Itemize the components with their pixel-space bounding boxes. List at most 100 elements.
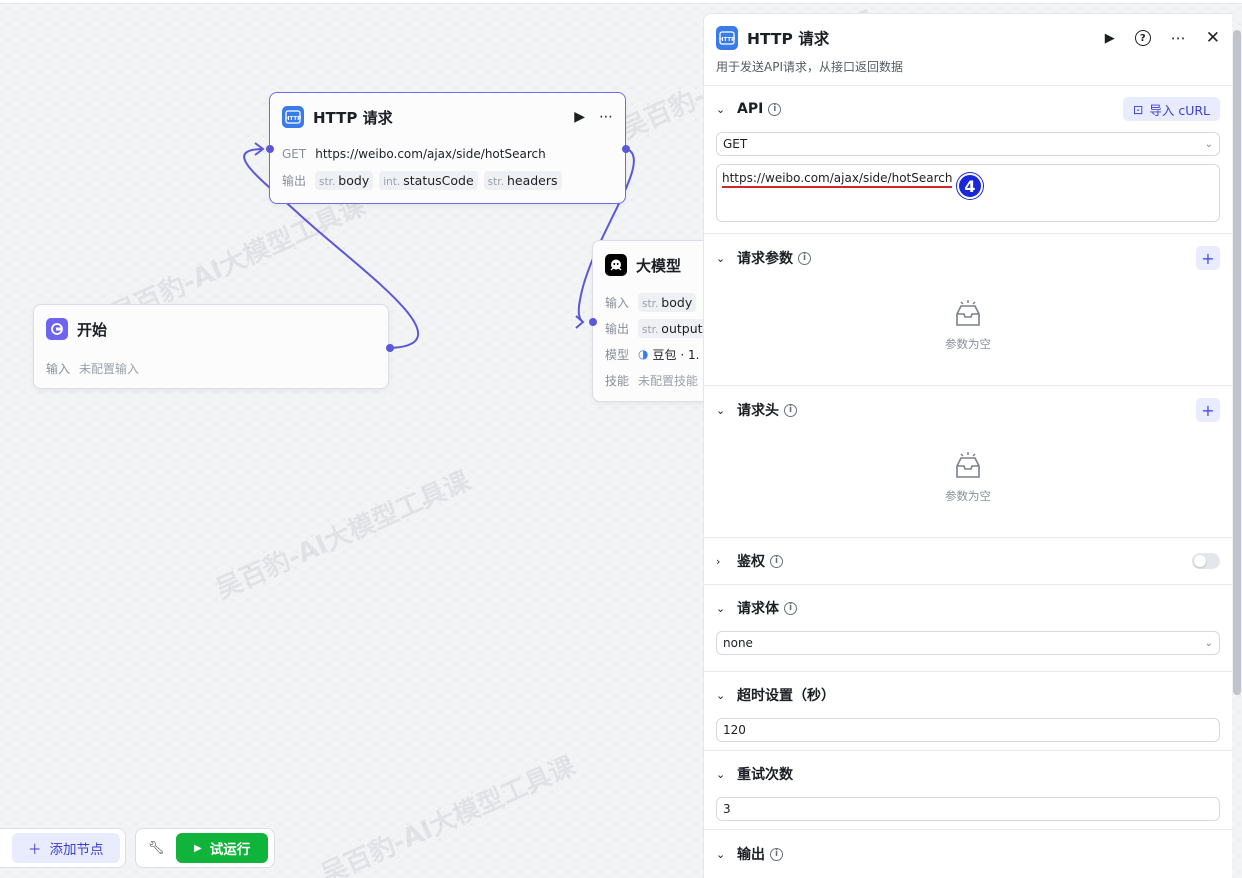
method-url-row: GET https://weibo.com/ajax/side/hotSearc…: [270, 141, 625, 167]
start-icon: [46, 318, 68, 340]
empty-state: 参数为空: [716, 434, 1220, 538]
input-label: 输入: [605, 295, 630, 310]
output-tag-body: str. body: [315, 170, 374, 190]
chevron-down-icon: ⌄: [1204, 637, 1213, 649]
node-title: HTTP 请求: [313, 108, 393, 127]
retry-section: ⌄ 重试次数 3: [704, 751, 1232, 830]
add-header-button[interactable]: +: [1196, 398, 1220, 422]
chevron-right-icon[interactable]: ›: [716, 555, 734, 568]
section-title: 请求体: [737, 601, 779, 617]
import-icon: ⊡: [1132, 101, 1144, 117]
svg-text:HTTP: HTTP: [285, 116, 301, 122]
info-icon[interactable]: i: [798, 251, 811, 265]
llm-input-port[interactable]: [589, 318, 597, 326]
http-output-port[interactable]: [622, 145, 630, 153]
output-tag: str. output: [638, 318, 707, 338]
input-tag: str. body: [638, 292, 697, 312]
empty-box-icon: [956, 300, 980, 326]
empty-text: 参数为空: [945, 489, 991, 503]
more-icon[interactable]: ⋯: [1171, 29, 1186, 47]
info-icon[interactable]: i: [768, 102, 782, 116]
play-icon[interactable]: ▶: [1105, 31, 1115, 46]
body-type-value: none: [723, 636, 753, 650]
test-run-button[interactable]: ▶ 试运行: [176, 833, 269, 863]
section-title: 重试次数: [737, 767, 793, 783]
panel-title: HTTP 请求: [747, 30, 830, 48]
auth-section: › 鉴权 i: [704, 538, 1232, 585]
params-section: ⌄ 请求参数 i + 参数为空: [704, 234, 1232, 386]
panel-scrollbar[interactable]: [1233, 30, 1241, 695]
api-section: ⌄ API i ⊡ 导入 cURL GET ⌄ https://weibo.co…: [704, 86, 1232, 234]
llm-icon: [605, 254, 627, 276]
auth-toggle[interactable]: [1192, 553, 1220, 569]
edge-llm-arrow: [575, 315, 585, 329]
body-type-select[interactable]: none ⌄: [716, 631, 1220, 655]
empty-text: 参数为空: [945, 337, 991, 351]
section-title: 鉴权: [737, 554, 765, 570]
chevron-down-icon[interactable]: ⌄: [716, 252, 734, 265]
info-icon[interactable]: i: [770, 554, 783, 568]
add-param-button[interactable]: +: [1196, 246, 1220, 270]
output-label: 输出: [282, 173, 307, 188]
skill-value: 未配置技能: [638, 373, 699, 388]
chevron-down-icon[interactable]: ⌄: [716, 404, 734, 417]
url-value: https://weibo.com/ajax/side/hotSearch: [722, 171, 953, 188]
empty-box-icon: [956, 452, 980, 478]
timeout-value: 120: [723, 723, 746, 737]
help-icon[interactable]: ?: [1134, 30, 1151, 46]
panel-description: 用于发送API请求，从接口返回数据: [716, 60, 903, 74]
http-input-port[interactable]: [266, 145, 274, 153]
model-logo-icon: ◑: [638, 347, 649, 361]
start-node[interactable]: 开始 输入 未配置输入: [33, 304, 389, 389]
play-icon[interactable]: ▶: [574, 109, 585, 125]
chevron-down-icon[interactable]: ⌄: [716, 848, 734, 861]
input-value: 未配置输入: [79, 361, 140, 376]
output-label: 输出: [605, 321, 630, 336]
add-node-label: 添加节点: [49, 842, 104, 858]
model-label: 模型: [605, 347, 630, 362]
section-title: 请求头: [737, 403, 779, 419]
url-input[interactable]: https://weibo.com/ajax/side/hotSearch 4: [716, 164, 1220, 222]
add-node-button[interactable]: ＋ 添加节点: [12, 833, 120, 863]
node-title: 开始: [77, 320, 108, 339]
retry-input[interactable]: 3: [716, 797, 1220, 821]
test-run-label: 试运行: [209, 842, 251, 858]
method-label: GET: [282, 147, 307, 161]
svg-text:HTTP: HTTP: [719, 37, 735, 43]
panel-header: HTTP HTTP 请求 ▶ ? ⋯ ✕ 用于发送API请求，从接口返回数据: [704, 14, 1232, 86]
start-output-port[interactable]: [386, 344, 394, 352]
wrench-icon: 🔧︎: [147, 840, 165, 856]
start-input-row: 输入 未配置输入: [34, 355, 388, 381]
section-title: API: [737, 101, 764, 117]
play-icon: ▶: [194, 842, 202, 854]
chevron-down-icon[interactable]: ⌄: [716, 602, 734, 615]
output-section: ⌄ 输出 i: [704, 830, 1232, 878]
skill-label: 技能: [605, 373, 630, 388]
method-value: GET: [723, 137, 748, 151]
chevron-down-icon: ⌄: [1204, 138, 1213, 150]
timeout-input[interactable]: 120: [716, 718, 1220, 742]
add-node-bar: ＋ 添加节点: [0, 828, 126, 868]
more-icon[interactable]: ⋯: [599, 109, 613, 125]
import-curl-button[interactable]: ⊡ 导入 cURL: [1122, 97, 1220, 121]
method-select[interactable]: GET ⌄: [716, 132, 1220, 156]
url-text: https://weibo.com/ajax/side/hotSearch: [315, 147, 546, 161]
section-title: 输出: [737, 847, 765, 863]
model-value: 豆包 · 1.: [652, 347, 700, 362]
http-icon: HTTP: [716, 26, 738, 50]
plus-icon: ＋: [28, 842, 42, 858]
chevron-down-icon[interactable]: ⌄: [716, 689, 734, 702]
empty-state: 参数为空: [716, 282, 1220, 386]
headers-section: ⌄ 请求头 i + 参数为空: [704, 386, 1232, 538]
chevron-down-icon[interactable]: ⌄: [716, 768, 734, 781]
info-icon[interactable]: i: [784, 403, 797, 417]
node-title: 大模型: [636, 256, 682, 275]
http-request-node[interactable]: HTTP HTTP 请求 ▶ ⋯ GET https://weibo.com/a…: [269, 92, 626, 204]
wrench-button[interactable]: 🔧︎: [140, 833, 172, 863]
info-icon[interactable]: i: [784, 601, 797, 615]
info-icon[interactable]: i: [770, 847, 783, 861]
http-icon: HTTP: [282, 106, 304, 128]
chevron-down-icon[interactable]: ⌄: [716, 103, 734, 116]
import-curl-label: 导入 cURL: [1149, 102, 1210, 118]
close-icon[interactable]: ✕: [1206, 28, 1220, 48]
